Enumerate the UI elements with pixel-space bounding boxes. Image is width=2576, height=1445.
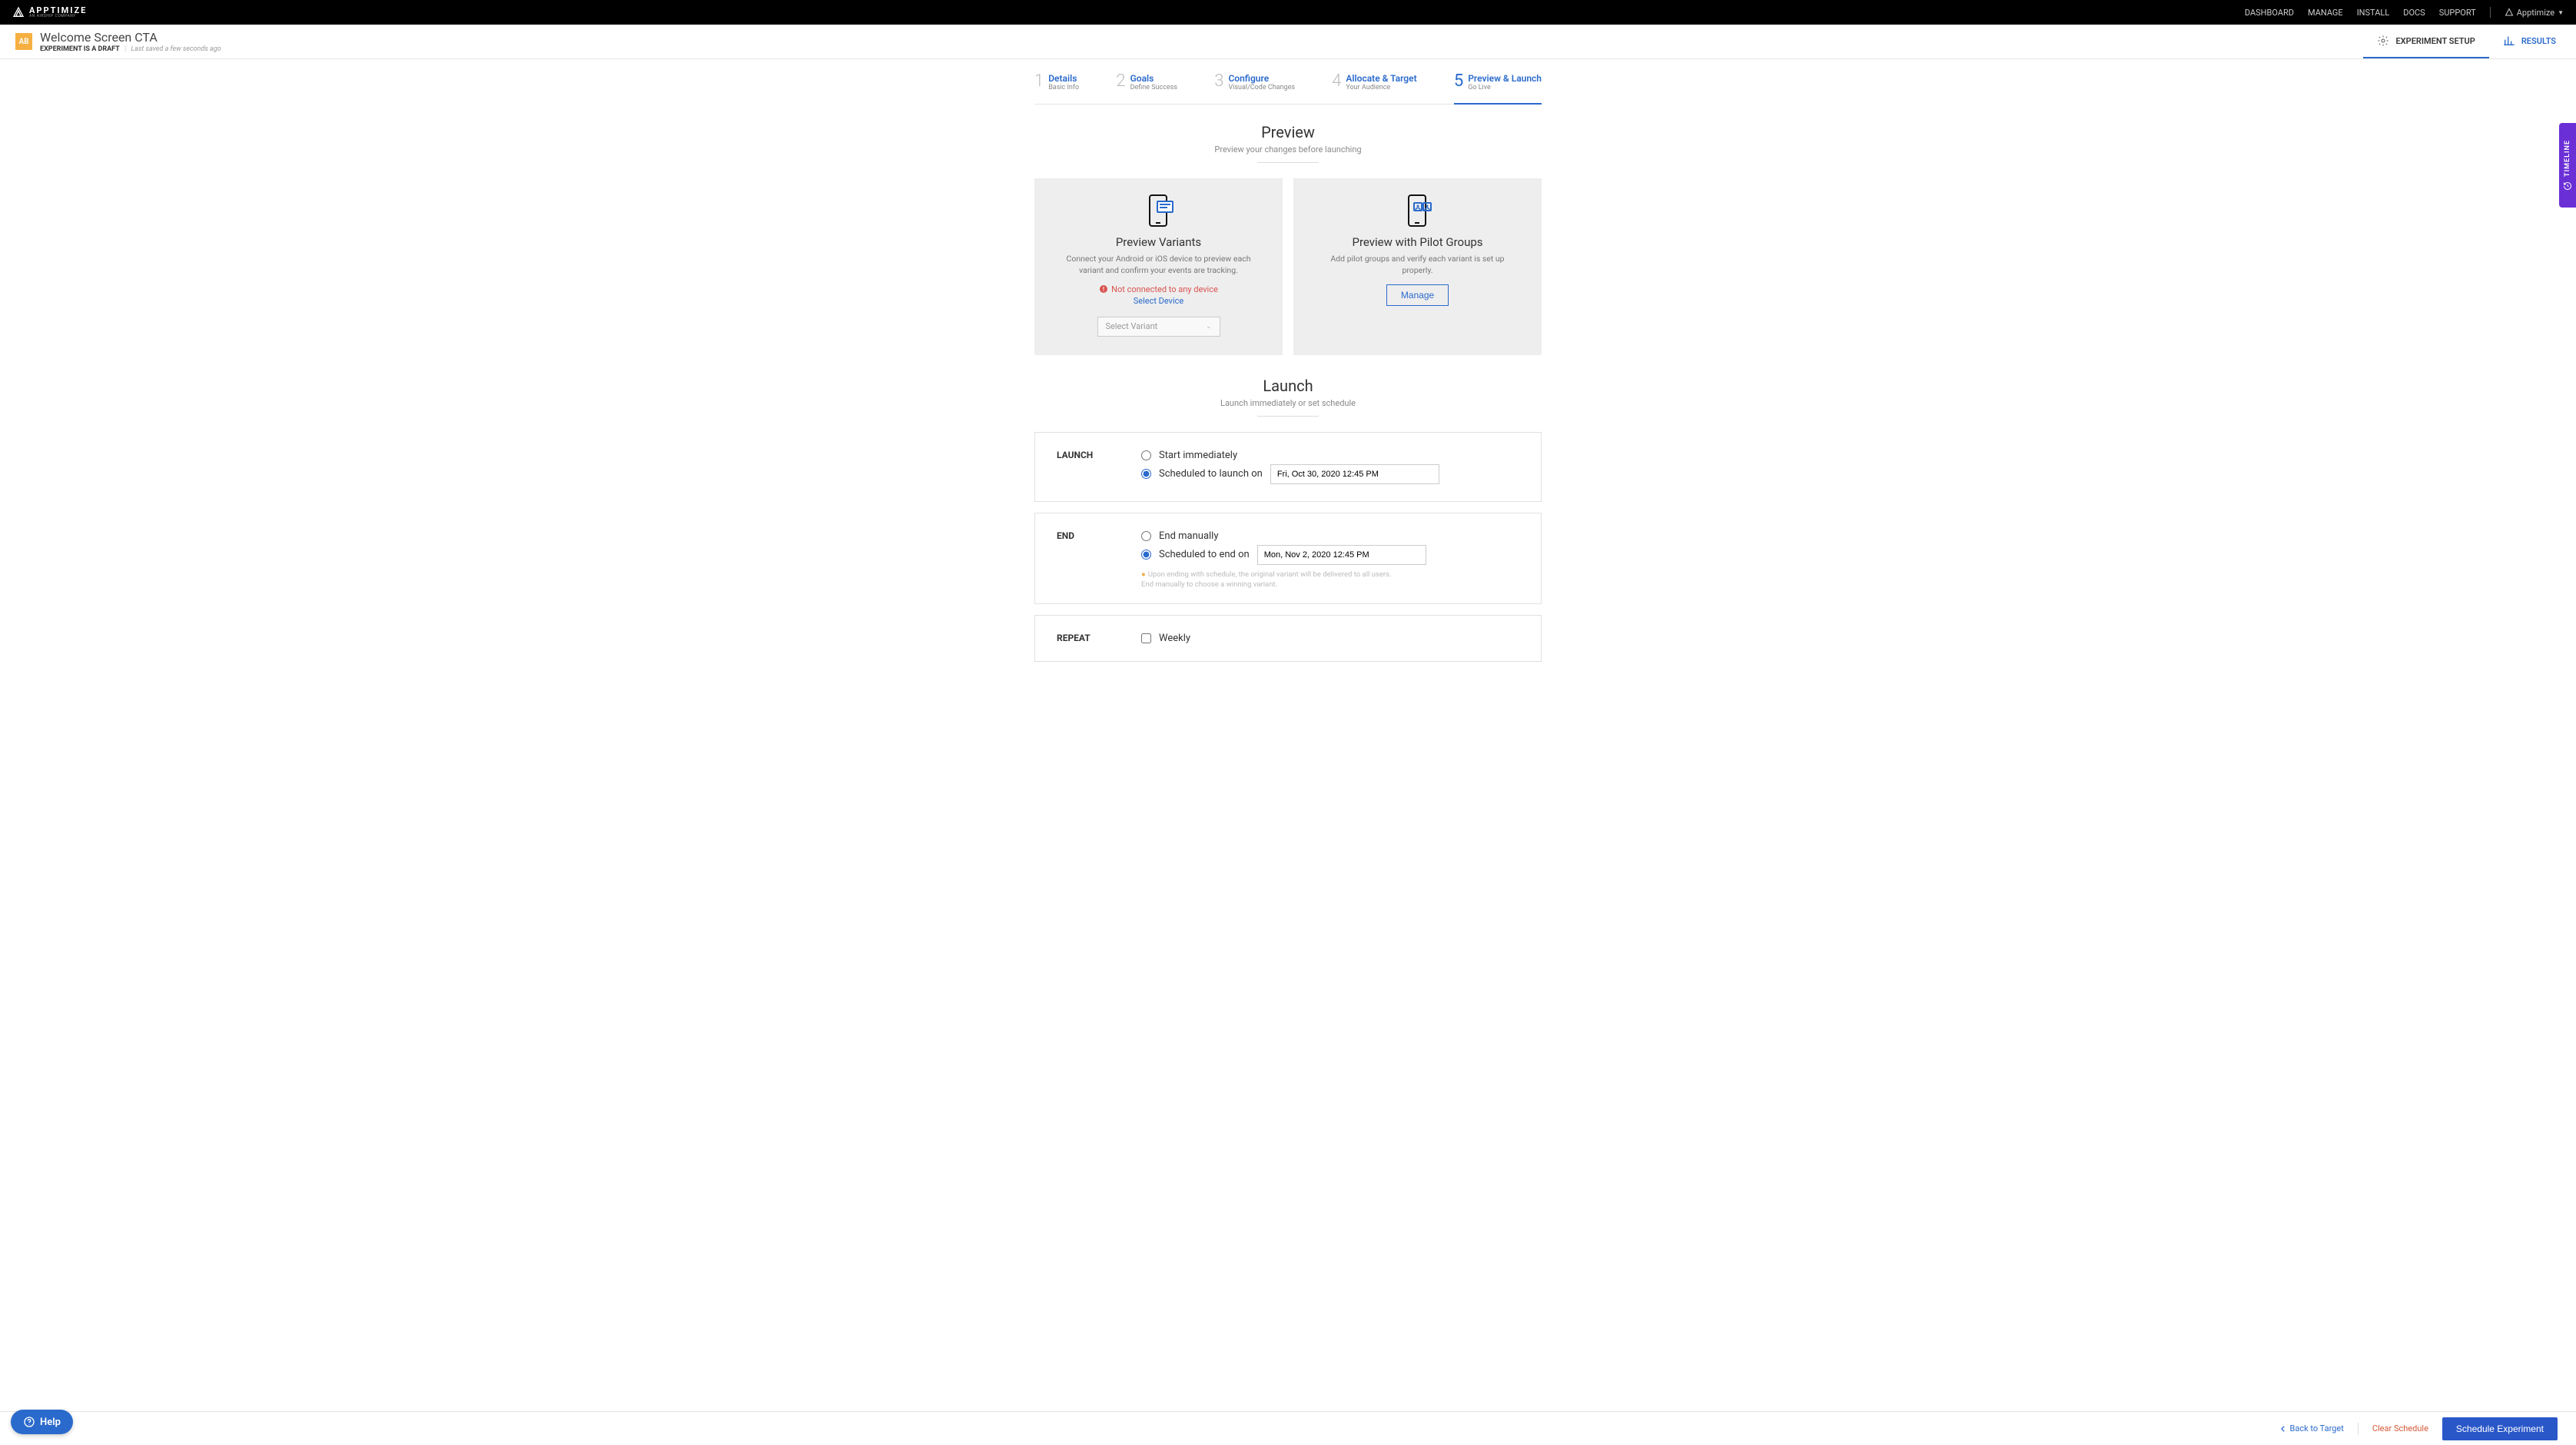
nav-dashboard[interactable]: DASHBOARD [2245, 8, 2294, 18]
nav-manage[interactable]: MANAGE [2308, 8, 2343, 18]
select-variant-dropdown[interactable]: Select Variant ⌄ [1097, 317, 1220, 337]
brand-logo[interactable]: APPTIMIZE AN AIRSHIP COMPANY [12, 6, 87, 18]
end-manually-radio[interactable] [1141, 531, 1151, 541]
help-widget[interactable]: Help [11, 1410, 73, 1434]
preview-section-header: Preview Preview your changes before laun… [1034, 123, 1542, 163]
preview-heading: Preview [1034, 123, 1542, 141]
weekly-label[interactable]: Weekly [1159, 633, 1190, 644]
phone-pilot-icon [1403, 194, 1433, 228]
device-warning: Not connected to any device [1099, 284, 1218, 294]
step-details[interactable]: 1 DetailsBasic Info [1034, 73, 1079, 96]
history-icon [2563, 181, 2572, 191]
gear-icon [2377, 35, 2389, 47]
brand-tagline: AN AIRSHIP COMPANY [29, 15, 87, 18]
back-to-target-link[interactable]: Back to Target [2279, 1423, 2343, 1433]
preview-variants-card: Preview Variants Connect your Android or… [1034, 178, 1283, 354]
repeat-panel: REPEAT Weekly [1034, 615, 1542, 662]
brand-mark-icon [12, 6, 25, 18]
nav-docs[interactable]: DOCS [2403, 8, 2425, 18]
tab-results[interactable]: RESULTS [2489, 25, 2570, 58]
end-date-input[interactable] [1257, 545, 1426, 565]
manage-pilot-button[interactable]: Manage [1386, 284, 1449, 306]
end-note: ●Upon ending with schedule, the original… [1141, 570, 1519, 590]
start-immediately-label[interactable]: Start immediately [1159, 450, 1237, 461]
schedule-experiment-button[interactable]: Schedule Experiment [2442, 1417, 2558, 1440]
nav-install[interactable]: INSTALL [2357, 8, 2390, 18]
end-label: END [1057, 527, 1141, 590]
preview-variants-desc: Connect your Android or iOS device to pr… [1059, 254, 1259, 276]
brand-small-icon [2505, 8, 2514, 17]
phone-preview-icon [1144, 194, 1174, 228]
experiment-title: Welcome Screen CTA [40, 30, 221, 45]
launch-section-header: Launch Launch immediately or set schedul… [1034, 377, 1542, 417]
info-icon: ● [1141, 570, 1146, 579]
scheduled-end-label[interactable]: Scheduled to end on [1159, 549, 1250, 560]
scheduled-launch-radio[interactable] [1141, 469, 1151, 479]
wizard-stepper: 1 DetailsBasic Info 2 GoalsDefine Succes… [1034, 68, 1542, 105]
weekly-checkbox[interactable] [1141, 633, 1151, 643]
launch-date-input[interactable] [1270, 464, 1439, 484]
select-device-link[interactable]: Select Device [1134, 296, 1184, 306]
account-menu[interactable]: Apptimize ▼ [2505, 8, 2564, 18]
account-name: Apptimize [2517, 8, 2554, 18]
experiment-saved-label: Last saved a few seconds ago [131, 45, 221, 53]
pilot-groups-card: Preview with Pilot Groups Add pilot grou… [1293, 178, 1542, 354]
end-manually-label[interactable]: End manually [1159, 530, 1219, 542]
experiment-header: AB Welcome Screen CTA EXPERIMENT IS A DR… [0, 25, 2576, 59]
nav-support[interactable]: SUPPORT [2439, 8, 2476, 18]
scheduled-end-radio[interactable] [1141, 550, 1151, 560]
top-nav-links: DASHBOARD MANAGE INSTALL DOCS SUPPORT Ap… [2245, 7, 2564, 18]
launch-panel: LAUNCH Start immediately Scheduled to la… [1034, 432, 1542, 502]
timeline-side-tab[interactable]: TIMELINE [2559, 123, 2576, 208]
chevron-down-icon: ⌄ [1206, 323, 1212, 331]
chevron-left-icon [2279, 1425, 2287, 1433]
launch-label: LAUNCH [1057, 447, 1141, 487]
help-icon [23, 1416, 35, 1428]
launch-subheading: Launch immediately or set schedule [1034, 398, 1542, 408]
scheduled-launch-label[interactable]: Scheduled to launch on [1159, 468, 1263, 480]
clear-schedule-link[interactable]: Clear Schedule [2372, 1423, 2428, 1433]
pilot-desc: Add pilot groups and verify each variant… [1318, 254, 1518, 276]
step-goals[interactable]: 2 GoalsDefine Success [1116, 73, 1177, 96]
experiment-type-badge: AB [15, 33, 32, 50]
launch-heading: Launch [1034, 377, 1542, 395]
start-immediately-radio[interactable] [1141, 450, 1151, 460]
footer-action-bar: Back to Target Clear Schedule Schedule E… [0, 1411, 2576, 1445]
repeat-label: REPEAT [1057, 629, 1141, 647]
preview-variants-title: Preview Variants [1116, 235, 1201, 249]
warning-icon [1099, 284, 1108, 294]
step-configure[interactable]: 3 ConfigureVisual/Code Changes [1214, 73, 1295, 96]
caret-down-icon: ▼ [2558, 9, 2564, 16]
experiment-draft-label: EXPERIMENT IS A DRAFT [40, 45, 120, 53]
step-allocate[interactable]: 4 Allocate & TargetYour Audience [1332, 73, 1416, 96]
bar-chart-icon [2503, 35, 2515, 47]
nav-divider [2490, 7, 2491, 18]
main-scroll[interactable]: 1 DetailsBasic Info 2 GoalsDefine Succes… [0, 59, 2576, 1411]
preview-subheading: Preview your changes before launching [1034, 144, 1542, 154]
pilot-title: Preview with Pilot Groups [1352, 235, 1482, 249]
end-panel: END End manually Scheduled to end on ●Up… [1034, 513, 1542, 605]
tab-experiment-setup[interactable]: EXPERIMENT SETUP [2363, 25, 2488, 58]
top-navbar: APPTIMIZE AN AIRSHIP COMPANY DASHBOARD M… [0, 0, 2576, 25]
step-preview-launch[interactable]: 5 Preview & LaunchGo Live [1454, 73, 1542, 105]
